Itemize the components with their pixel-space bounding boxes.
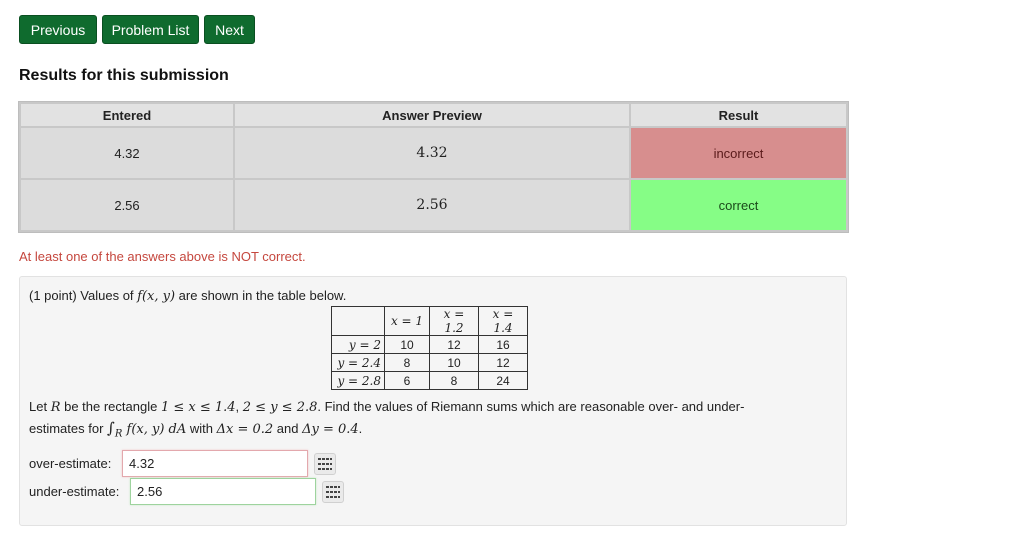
header-result: Result xyxy=(629,102,848,128)
table-row: y = 2 10 12 16 xyxy=(331,335,528,354)
problem-box: (1 point) Values of f(x, y) are shown in… xyxy=(19,276,847,526)
header-answer-preview: Answer Preview xyxy=(233,102,631,128)
results-heading: Results for this submission xyxy=(19,67,229,84)
equation-grid-icon[interactable] xyxy=(322,481,344,503)
under-estimate-label: under-estimate: xyxy=(29,484,120,499)
statement-text: . xyxy=(358,421,363,436)
problem-intro: (1 point) Values of f(x, y) are shown in… xyxy=(29,288,346,304)
statement-math: Δx = 0.2 xyxy=(216,422,274,437)
statement-math: Δy = 0.4 xyxy=(302,422,359,437)
values-header-cell: x = 1 xyxy=(384,306,430,336)
values-cell: 8 xyxy=(384,353,430,372)
over-estimate-label: over-estimate: xyxy=(29,456,112,471)
values-row-label: y = 2.4 xyxy=(331,353,385,372)
entered-cell: 2.56 xyxy=(19,178,235,232)
intro-function: f(x, y) xyxy=(137,289,176,304)
values-cell: 6 xyxy=(384,371,430,390)
under-estimate-input[interactable]: 2.56 xyxy=(130,478,316,505)
values-cell: 8 xyxy=(429,371,479,390)
statement-text: and xyxy=(273,421,303,436)
values-corner-cell xyxy=(331,306,385,336)
values-header-row: x = 1 x = 1.2 x = 1.4 xyxy=(331,306,528,336)
values-row-label: y = 2 xyxy=(331,335,385,354)
result-cell-incorrect: incorrect xyxy=(629,126,848,180)
table-row: y = 2.4 8 10 12 xyxy=(331,353,528,372)
values-cell: 16 xyxy=(478,335,528,354)
values-table: x = 1 x = 1.2 x = 1.4 y = 2 10 12 16 y =… xyxy=(331,306,528,390)
result-cell-correct: correct xyxy=(629,178,848,232)
previous-button[interactable]: Previous xyxy=(19,15,97,44)
incorrect-warning: At least one of the answers above is NOT… xyxy=(19,249,306,264)
results-header-row: Entered Answer Preview Result xyxy=(19,102,848,128)
problem-list-button[interactable]: Problem List xyxy=(102,15,199,44)
statement-text: be the rectangle xyxy=(60,399,161,414)
preview-cell: 4.32 xyxy=(233,126,631,180)
intro-prefix: (1 point) Values of xyxy=(29,288,138,303)
values-cell: 12 xyxy=(429,335,479,354)
intro-suffix: are shown in the table below. xyxy=(175,288,347,303)
table-row: y = 2.8 6 8 24 xyxy=(331,371,528,390)
values-row-label: y = 2.8 xyxy=(331,371,385,390)
statement-text: with xyxy=(186,421,217,436)
equation-grid-icon[interactable] xyxy=(314,453,336,475)
statement-text: Let xyxy=(29,399,51,414)
integral-sign: ∫ xyxy=(107,419,115,437)
statement-text: . Find the values of Riemann sums which … xyxy=(317,399,745,414)
values-header-cell: x = 1.4 xyxy=(478,306,528,336)
table-row: 2.56 2.56 correct xyxy=(19,178,848,232)
preview-cell: 2.56 xyxy=(233,178,631,232)
results-table: Entered Answer Preview Result 4.32 4.32 … xyxy=(19,102,848,232)
values-cell: 12 xyxy=(478,353,528,372)
values-cell: 10 xyxy=(429,353,479,372)
statement-math: 1 ≤ x ≤ 1.4 xyxy=(160,400,236,415)
statement-math: 2 ≤ y ≤ 2.8 xyxy=(242,400,318,415)
header-entered: Entered xyxy=(19,102,235,128)
problem-statement: Let R be the rectangle 1 ≤ x ≤ 1.4, 2 ≤ … xyxy=(29,397,829,445)
values-cell: 10 xyxy=(384,335,430,354)
over-estimate-input[interactable]: 4.32 xyxy=(122,450,308,477)
table-row: 4.32 4.32 incorrect xyxy=(19,126,848,180)
entered-cell: 4.32 xyxy=(19,126,235,180)
next-button[interactable]: Next xyxy=(204,15,255,44)
statement-text: estimates for xyxy=(29,421,108,436)
statement-math: R xyxy=(50,400,61,415)
statement-math: f(x, y) dA xyxy=(122,422,187,437)
values-cell: 24 xyxy=(478,371,528,390)
statement-text: , xyxy=(235,399,243,414)
values-header-cell: x = 1.2 xyxy=(429,306,479,336)
